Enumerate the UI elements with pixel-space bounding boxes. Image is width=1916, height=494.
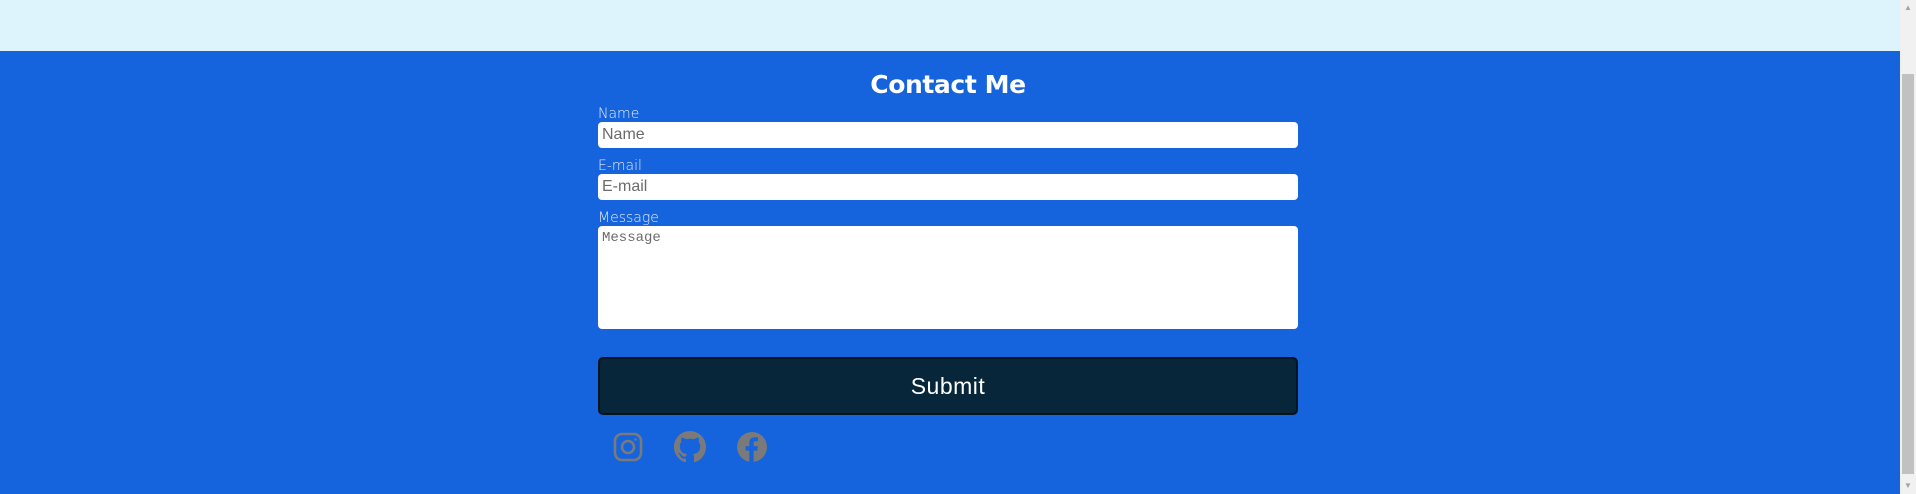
scroll-down-icon[interactable]: ▼ bbox=[1900, 478, 1916, 494]
message-group: Message bbox=[598, 210, 1298, 329]
contact-title: Contact Me bbox=[870, 70, 1026, 99]
name-input[interactable] bbox=[598, 122, 1298, 148]
instagram-link[interactable] bbox=[612, 431, 644, 463]
contact-section: Contact Me Name E-mail Message Submit bbox=[598, 51, 1298, 463]
github-icon bbox=[674, 431, 706, 463]
email-label: E-mail bbox=[598, 158, 642, 174]
instagram-icon bbox=[613, 432, 643, 462]
page: Contact Me Name E-mail Message Submit bbox=[0, 0, 1916, 494]
email-input[interactable] bbox=[598, 174, 1298, 200]
email-group: E-mail bbox=[598, 158, 1298, 200]
name-label: Name bbox=[598, 106, 640, 122]
header-band bbox=[0, 0, 1900, 51]
name-group: Name bbox=[598, 106, 1298, 148]
facebook-link[interactable] bbox=[736, 431, 768, 463]
scroll-up-icon[interactable]: ▲ bbox=[1900, 0, 1916, 16]
scrollbar-thumb[interactable] bbox=[1902, 74, 1914, 474]
facebook-icon bbox=[737, 432, 767, 462]
github-link[interactable] bbox=[674, 431, 706, 463]
submit-button[interactable]: Submit bbox=[598, 357, 1298, 415]
message-label: Message bbox=[598, 210, 659, 226]
social-links bbox=[598, 431, 1298, 463]
submit-wrap: Submit bbox=[598, 357, 1298, 415]
message-textarea[interactable] bbox=[598, 226, 1298, 329]
vertical-scrollbar[interactable]: ▲ ▼ bbox=[1900, 0, 1916, 494]
